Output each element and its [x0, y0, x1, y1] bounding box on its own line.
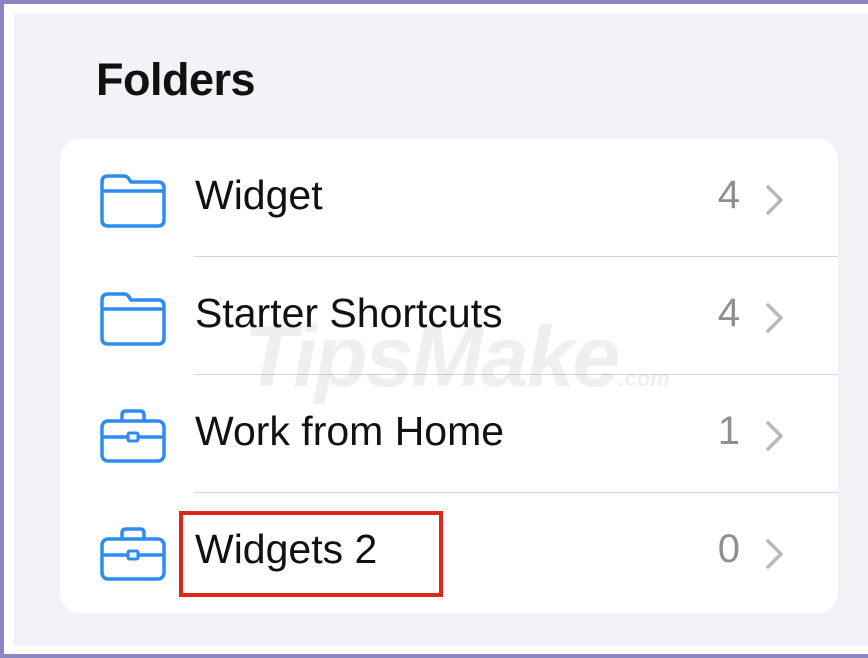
folder-count: 4 — [717, 291, 740, 335]
folder-row-starter-shortcuts[interactable]: Starter Shortcuts 4 — [60, 257, 838, 375]
chevron-right-icon — [766, 185, 783, 215]
briefcase-icon — [100, 527, 166, 581]
chevron-right-icon — [766, 421, 783, 451]
folder-row-widget[interactable]: Widget 4 — [60, 139, 838, 257]
screenshot-frame: Folders Widget 4 Starter Shortcuts 4 Wor… — [4, 4, 868, 654]
folder-count: 4 — [717, 173, 740, 217]
chevron-right-icon — [766, 303, 783, 333]
folder-count: 1 — [717, 409, 740, 453]
folder-row-work-from-home[interactable]: Work from Home 1 — [60, 375, 838, 493]
chevron-right-icon — [766, 539, 783, 569]
folder-name: Widgets 2 — [195, 526, 378, 572]
folder-name: Work from Home — [195, 408, 505, 454]
folder-icon — [100, 174, 166, 228]
page-title: Folders — [96, 54, 256, 105]
briefcase-icon — [100, 409, 166, 463]
folder-name: Starter Shortcuts — [195, 290, 503, 336]
folder-row-widgets-2[interactable]: Widgets 2 0 — [60, 493, 838, 611]
folders-screen: Folders Widget 4 Starter Shortcuts 4 Wor… — [14, 14, 868, 646]
folder-list: Widget 4 Starter Shortcuts 4 Work from H… — [60, 139, 838, 613]
folder-name: Widget — [195, 172, 323, 218]
folder-icon — [100, 292, 166, 346]
folder-count: 0 — [717, 527, 740, 571]
